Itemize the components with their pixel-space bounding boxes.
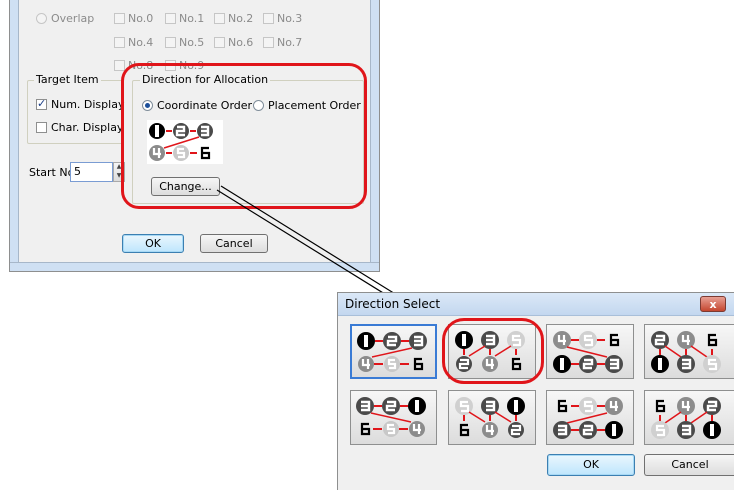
ok-button[interactable]: OK (547, 454, 635, 476)
direction-3-icon (553, 331, 623, 373)
direction-tile-4[interactable] (644, 324, 734, 379)
direction-8-icon (651, 397, 721, 439)
direction-6-icon (455, 397, 525, 438)
cancel-button[interactable]: Cancel (644, 454, 734, 476)
direction-tile-3[interactable] (546, 324, 634, 379)
title-bar: Direction Select x (338, 293, 734, 316)
direction-7-icon (553, 397, 623, 439)
direction-4-icon (651, 331, 721, 373)
direction-tile-7[interactable] (546, 390, 634, 445)
selected-direction-highlight (442, 318, 544, 384)
direction-5-icon (356, 397, 426, 437)
direction-select-dialog: Direction Select x OK Cancel (337, 292, 734, 490)
direction-tile-6[interactable] (448, 390, 536, 445)
direction-tile-5[interactable] (350, 390, 437, 445)
direction-tile-8[interactable] (644, 390, 734, 445)
direction-1-icon (357, 332, 427, 372)
dialog-title: Direction Select (345, 297, 441, 311)
close-icon[interactable]: x (700, 296, 726, 312)
direction-tile-1[interactable] (350, 324, 437, 379)
